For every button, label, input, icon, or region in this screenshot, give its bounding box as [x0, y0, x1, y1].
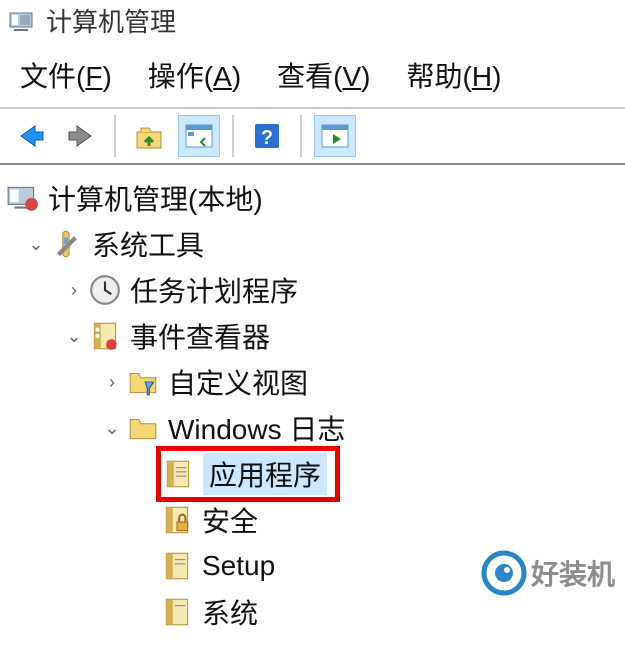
log-lock-icon [160, 503, 194, 537]
clock-icon [88, 273, 122, 307]
help-icon: ? [251, 120, 283, 152]
tree-node-security[interactable]: 安全 [4, 497, 621, 543]
tree-node-task-scheduler[interactable]: › 任务计划程序 [4, 267, 621, 313]
back-button[interactable] [10, 115, 52, 157]
menu-help[interactable]: 帮助(H) [407, 55, 502, 95]
tree-label: 任务计划程序 [130, 270, 298, 310]
tree-node-event-viewer[interactable]: ⌄ 事件查看器 [4, 313, 621, 359]
properties-button[interactable] [178, 115, 220, 157]
window-icon [183, 120, 215, 152]
chevron-right-icon[interactable]: › [60, 276, 88, 304]
log-icon [160, 549, 194, 583]
show-pane-button[interactable] [314, 115, 356, 157]
chevron-right-icon[interactable]: › [98, 368, 126, 396]
log-icon [161, 457, 195, 491]
event-viewer-icon [88, 319, 122, 353]
tools-icon [50, 227, 84, 261]
tree-label: 事件查看器 [130, 316, 270, 356]
watermark: 好装机 [481, 550, 615, 596]
watermark-icon [481, 550, 527, 596]
menu-file[interactable]: 文件(F) [20, 55, 112, 95]
menu-view[interactable]: 查看(V) [277, 55, 370, 95]
folder-filter-icon [126, 365, 160, 399]
tree-node-system-tools[interactable]: ⌄ 系统工具 [4, 221, 621, 267]
pane-play-icon [319, 120, 351, 152]
tree-node-custom-views[interactable]: › 自定义视图 [4, 359, 621, 405]
tree-node-windows-logs[interactable]: ⌄ Windows 日志 [4, 405, 621, 451]
tree-label: Windows 日志 [168, 408, 345, 448]
help-button[interactable]: ? [246, 115, 288, 157]
tree-node-application[interactable]: 应用程序 [4, 451, 621, 497]
selection-highlight: 应用程序 [156, 446, 340, 502]
window-title: 计算机管理 [46, 2, 176, 39]
chevron-down-icon[interactable]: ⌄ [60, 322, 88, 350]
computer-mgmt-icon [6, 181, 40, 215]
watermark-text: 好装机 [531, 553, 615, 593]
toolbar-separator [300, 115, 302, 157]
tree-label: 计算机管理(本地) [48, 178, 263, 218]
tree-label: 自定义视图 [168, 362, 308, 402]
chevron-down-icon[interactable]: ⌄ [98, 414, 126, 442]
tree-label: 系统工具 [92, 224, 204, 264]
folder-icon [126, 411, 160, 445]
menu-bar: 文件(F) 操作(A) 查看(V) 帮助(H) [0, 47, 625, 109]
tree-label: Setup [202, 550, 275, 582]
arrow-left-icon [15, 120, 47, 152]
arrow-right-icon [65, 120, 97, 152]
log-icon [160, 595, 194, 629]
tree-node-root[interactable]: 计算机管理(本地) [4, 175, 621, 221]
folder-up-icon [133, 120, 165, 152]
app-icon [8, 9, 38, 33]
tree-label: 安全 [202, 500, 258, 540]
menu-action[interactable]: 操作(A) [148, 55, 241, 95]
title-bar: 计算机管理 [0, 0, 625, 47]
svg-text:?: ? [261, 127, 273, 149]
forward-button[interactable] [60, 115, 102, 157]
toolbar: ? [0, 109, 625, 165]
toolbar-separator [232, 115, 234, 157]
chevron-down-icon[interactable]: ⌄ [22, 230, 50, 258]
tree-label: 应用程序 [203, 453, 327, 495]
tree-label: 系统 [202, 592, 258, 632]
toolbar-separator [114, 115, 116, 157]
up-button[interactable] [128, 115, 170, 157]
